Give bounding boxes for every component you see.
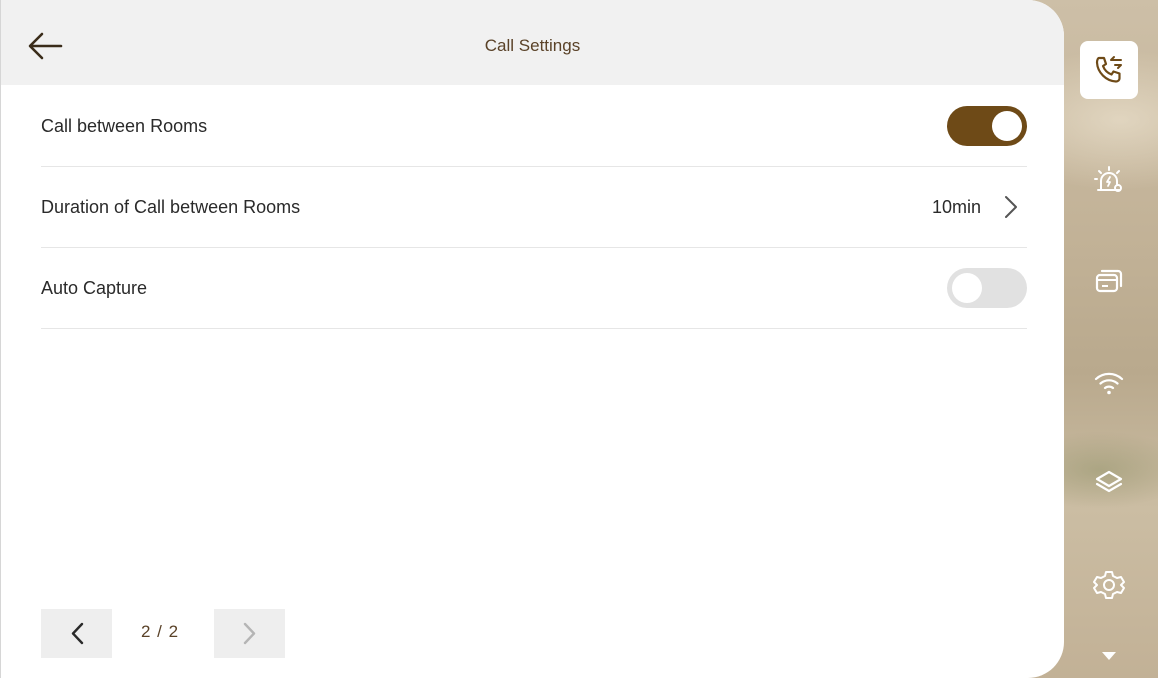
sidebar-item-call-settings[interactable] <box>1080 41 1138 99</box>
setting-row-duration[interactable]: Duration of Call between Rooms 10min <box>41 167 1027 248</box>
chevron-left-icon <box>71 622 84 645</box>
toggle-knob <box>952 273 982 303</box>
wifi-icon <box>1094 372 1124 395</box>
page-title: Call Settings <box>484 36 581 55</box>
alarm-icon <box>1094 166 1122 192</box>
sidebar <box>1064 0 1158 678</box>
call-between-rooms-toggle[interactable] <box>947 106 1027 146</box>
sidebar-item-settings[interactable] <box>1080 556 1138 614</box>
auto-capture-label: Auto Capture <box>41 278 148 298</box>
chevron-right-icon <box>243 622 256 645</box>
duration-value: 10min <box>931 197 981 217</box>
card-icon <box>1095 269 1123 293</box>
setting-row-auto-capture: Auto Capture <box>41 248 1027 329</box>
sidebar-more-button[interactable] <box>1080 640 1138 670</box>
sidebar-item-card[interactable] <box>1080 252 1138 310</box>
settings-panel: Call Settings Call between Rooms Duratio… <box>0 0 1064 678</box>
sidebar-item-alarm[interactable] <box>1080 150 1138 208</box>
next-page-button[interactable] <box>214 609 285 658</box>
duration-label: Duration of Call between Rooms <box>41 197 301 217</box>
settings-gear-icon <box>1093 571 1125 599</box>
auto-capture-toggle[interactable] <box>947 268 1027 308</box>
page-indicator: 2 / 2 <box>141 622 180 641</box>
sidebar-item-wifi[interactable] <box>1080 354 1138 412</box>
header-bar: Call Settings <box>1 0 1064 85</box>
setting-row-call-between-rooms: Call between Rooms <box>41 86 1027 167</box>
call-settings-icon <box>1095 56 1122 83</box>
dropdown-arrow-icon <box>1102 652 1116 660</box>
toggle-knob <box>992 111 1022 141</box>
call-between-rooms-label: Call between Rooms <box>41 116 208 136</box>
layers-icon <box>1095 470 1123 493</box>
sidebar-item-layers[interactable] <box>1080 454 1138 512</box>
chevron-right-icon <box>1005 196 1017 218</box>
prev-page-button[interactable] <box>41 609 112 658</box>
